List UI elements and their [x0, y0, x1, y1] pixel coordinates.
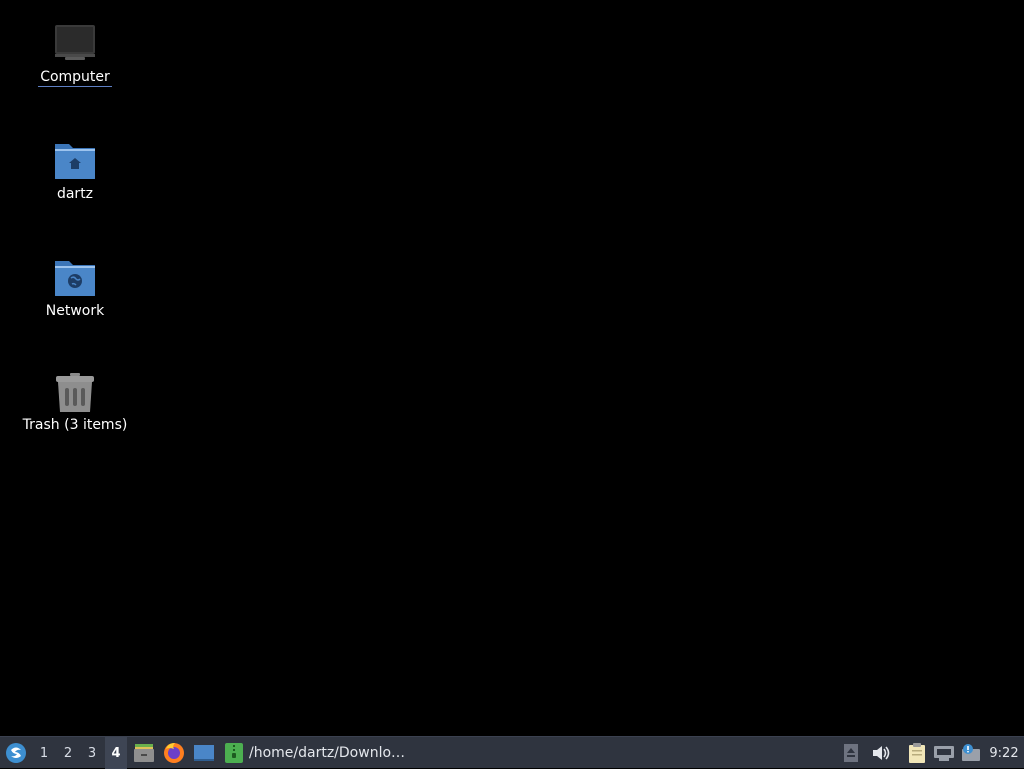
network-wired-icon [934, 746, 954, 761]
archive-manager-icon [225, 743, 243, 763]
desktop-icon-label: Network [45, 303, 105, 319]
taskbar: 1 2 3 4 /home/dartz/Downlo… 9:22 [0, 736, 1024, 769]
home-folder-icon [50, 141, 100, 183]
file-manager-launcher[interactable] [131, 737, 157, 769]
clipboard-icon [909, 743, 925, 763]
network-folder-icon [50, 258, 100, 300]
desktop-icon [194, 745, 214, 761]
eject-icon [844, 744, 858, 762]
desktop-icon-trash[interactable]: Trash (3 items) [0, 372, 150, 452]
updates-button[interactable] [959, 737, 983, 769]
workspace-1-button[interactable]: 1 [33, 737, 55, 769]
desktop[interactable]: Computer dartz Network Trash (3 items) [0, 0, 1024, 736]
clock[interactable]: 9:22 [986, 737, 1022, 769]
menu-icon [6, 743, 26, 763]
trash-icon [50, 372, 100, 414]
workspace-4-button[interactable]: 4 [105, 737, 127, 769]
desktop-icon-label: Computer [38, 69, 112, 87]
desktop-icon-label: dartz [56, 186, 94, 202]
firefox-icon [164, 743, 184, 763]
updates-icon [962, 744, 980, 761]
volume-button[interactable] [868, 737, 894, 769]
show-desktop-launcher[interactable] [191, 737, 217, 769]
firefox-launcher[interactable] [161, 737, 187, 769]
file-manager-icon [134, 744, 154, 762]
network-button[interactable] [932, 737, 956, 769]
task-title: /home/dartz/Downlo… [249, 745, 406, 761]
desktop-icon-home[interactable]: dartz [0, 141, 150, 221]
desktop-icon-label: Trash (3 items) [22, 417, 128, 433]
desktop-icon-network[interactable]: Network [0, 258, 150, 338]
taskbar-task-archive[interactable]: /home/dartz/Downlo… [224, 737, 414, 769]
computer-icon [50, 24, 100, 66]
desktop-icon-computer[interactable]: Computer [0, 24, 150, 104]
workspace-2-button[interactable]: 2 [57, 737, 79, 769]
menu-button[interactable] [2, 737, 30, 769]
clipboard-button[interactable] [905, 737, 929, 769]
volume-icon [873, 746, 890, 760]
workspace-3-button[interactable]: 3 [81, 737, 103, 769]
eject-button[interactable] [841, 737, 861, 769]
